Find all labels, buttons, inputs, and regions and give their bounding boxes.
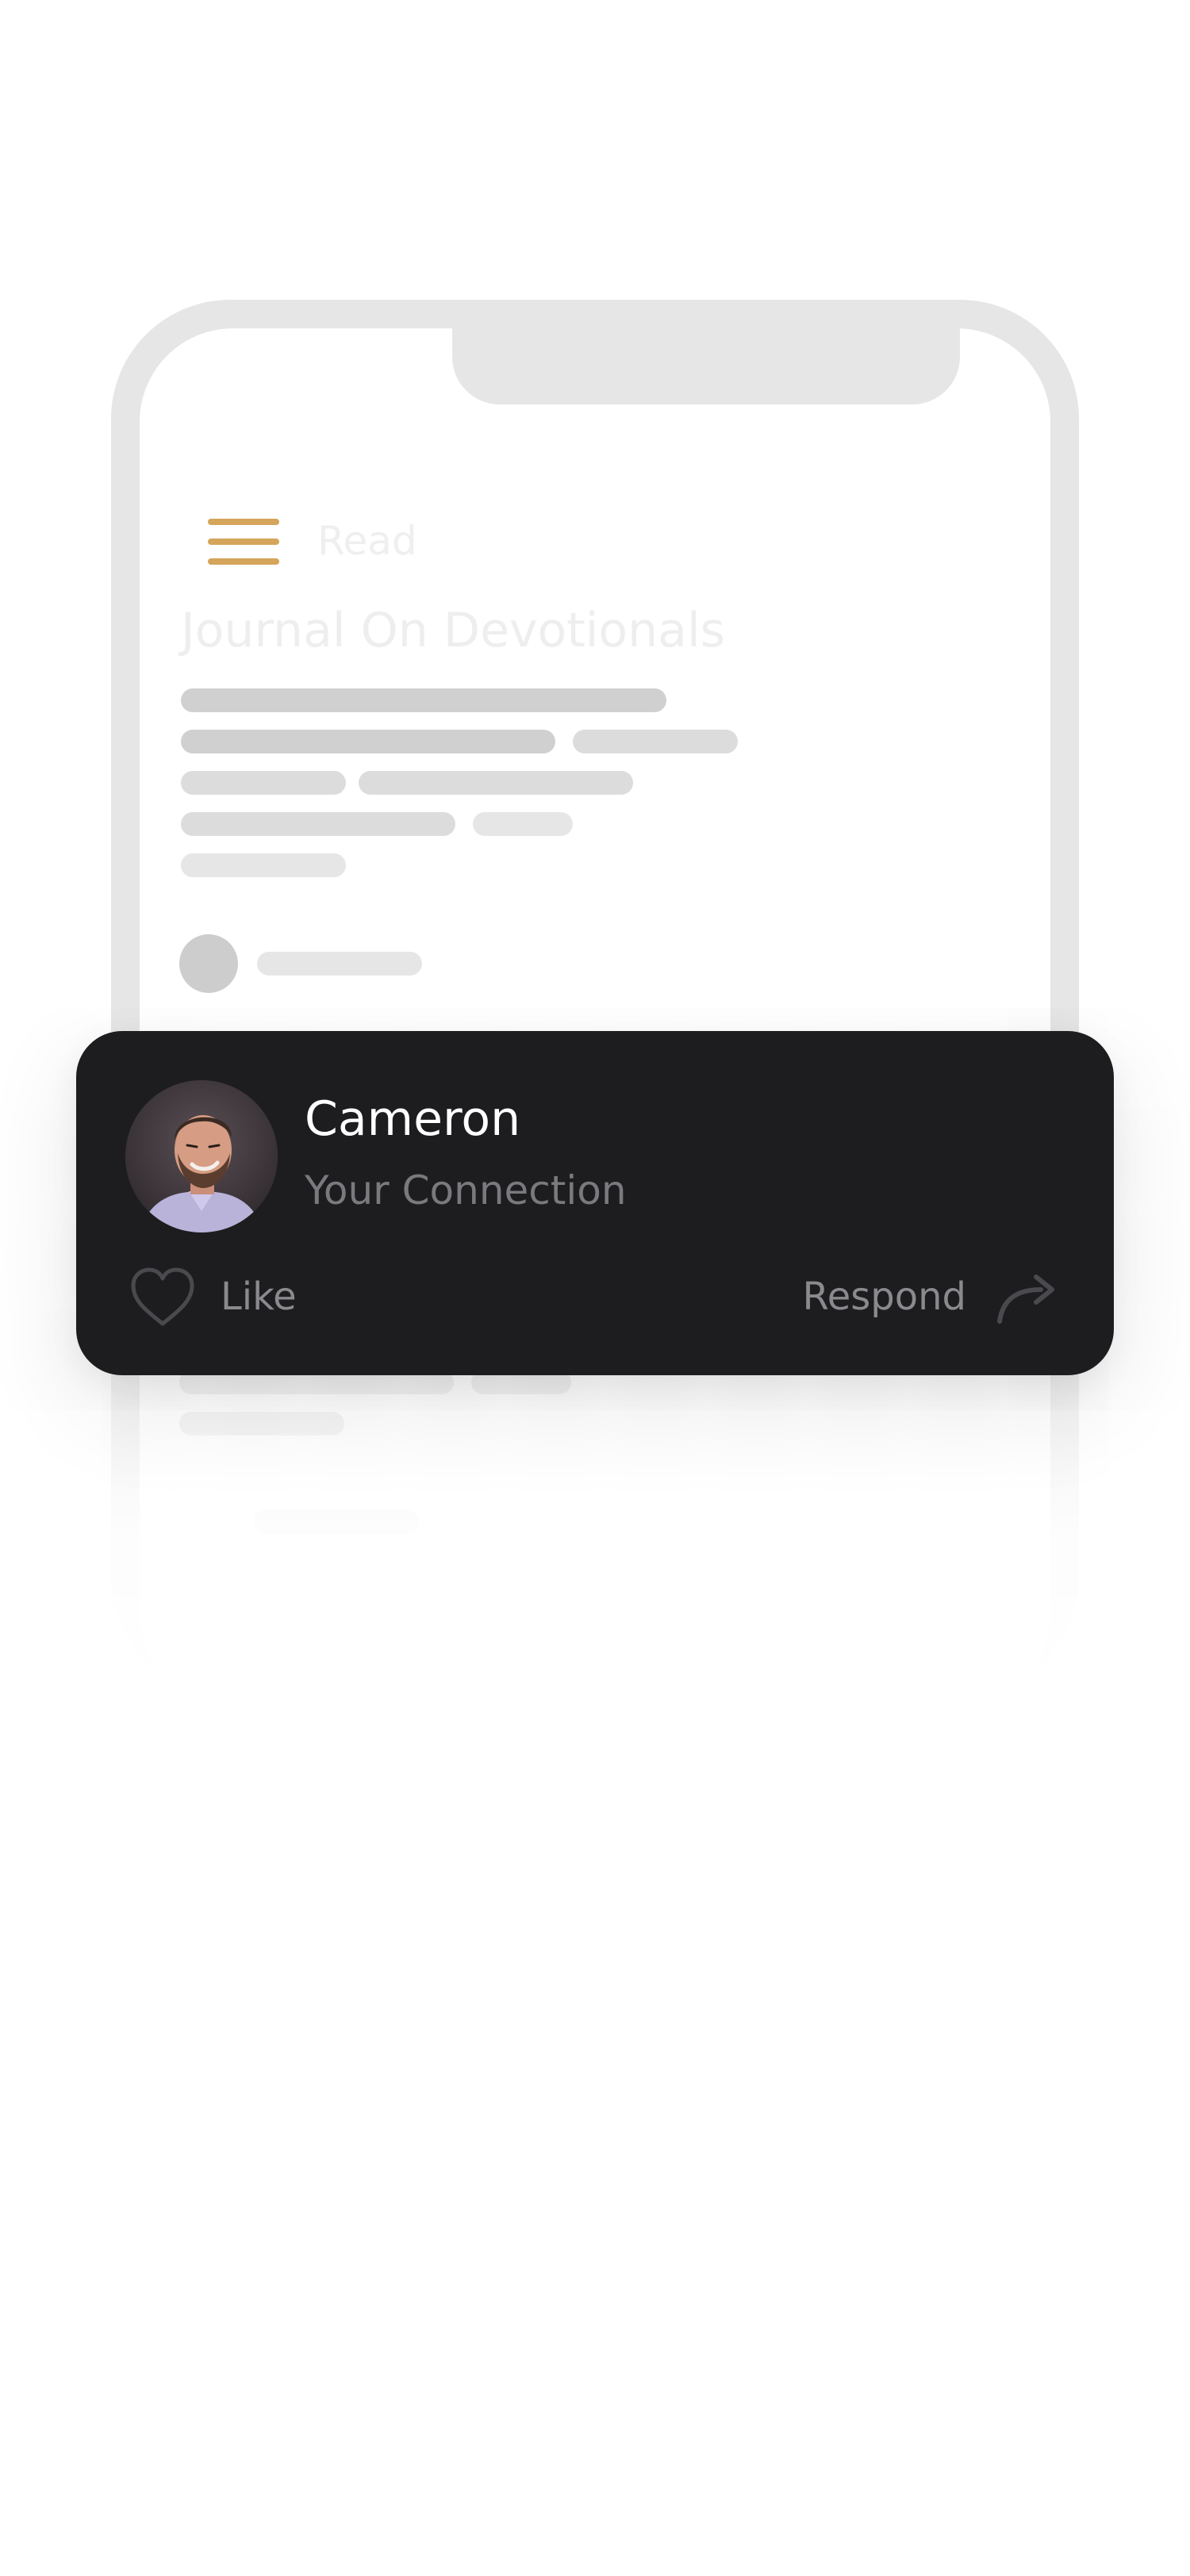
skeleton-line [181, 812, 455, 836]
sender-name: Cameron [305, 1091, 521, 1147]
skeleton-line [573, 730, 738, 753]
avatar [125, 1080, 278, 1232]
skeleton-line [181, 730, 555, 753]
sender-subtitle: Your Connection [305, 1167, 627, 1213]
skeleton-line [181, 853, 346, 877]
respond-button[interactable]: Respond [803, 1261, 1061, 1332]
notification-card[interactable]: Cameron Your Connection Like Respond [76, 1031, 1114, 1375]
tab-read[interactable]: Read [317, 518, 417, 564]
heart-outline-icon [131, 1267, 194, 1326]
reply-arrow-icon [997, 1275, 1054, 1324]
user-avatar-photo [125, 1080, 278, 1232]
respond-label: Respond [802, 1275, 966, 1319]
skeleton-avatar [179, 934, 238, 993]
skeleton-line [359, 771, 633, 795]
phone-notch [452, 328, 960, 404]
skeleton-line [473, 812, 573, 836]
skeleton-line [181, 688, 666, 712]
page-title: Journal On Devotionals [181, 603, 725, 658]
like-button[interactable]: Like [129, 1261, 297, 1332]
skeleton-line [181, 771, 346, 795]
hamburger-menu-icon[interactable] [208, 516, 279, 568]
like-label: Like [221, 1275, 297, 1319]
skeleton-line [257, 952, 422, 976]
